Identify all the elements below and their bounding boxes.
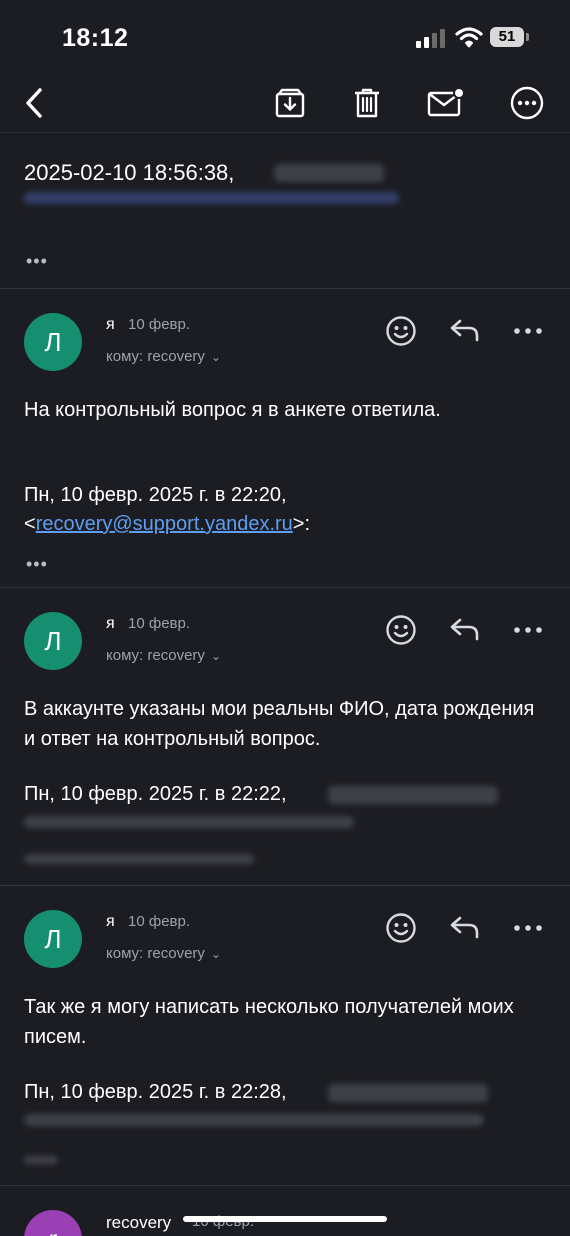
redacted-text xyxy=(24,1156,58,1164)
message-more-button[interactable] xyxy=(508,908,548,948)
quote-bracket-open: < xyxy=(24,513,36,535)
sender-name: recovery xyxy=(106,1213,172,1232)
quote-sender: <recovery@support.yandex.ru>: xyxy=(24,510,310,538)
message-more-button[interactable] xyxy=(508,311,548,351)
more-button[interactable] xyxy=(505,78,549,128)
quote-bracket-close: >: xyxy=(292,513,311,535)
message-item[interactable]: Л я 10 февр. кому: recovery ⌄ В аккаунте … xyxy=(0,587,570,886)
message-item[interactable]: r recovery 10 февр. xyxy=(0,1185,570,1236)
message-date: 10 февр. xyxy=(128,615,191,632)
recipient-label: кому: recovery xyxy=(106,647,205,664)
redacted-text xyxy=(24,192,399,204)
smiley-icon xyxy=(386,615,416,645)
quote-header: Пн, 10 февр. 2025 г. в 22:20, xyxy=(24,484,287,506)
reply-icon xyxy=(450,618,479,641)
delete-button[interactable] xyxy=(345,78,389,128)
message-date: 10 февр. xyxy=(128,913,191,930)
recipient-toggle[interactable]: кому: recovery ⌄ xyxy=(106,647,221,664)
back-button[interactable] xyxy=(12,78,56,128)
show-quote-button[interactable]: ••• xyxy=(26,252,48,270)
back-icon xyxy=(26,88,42,118)
message-date: 10 февр. xyxy=(128,316,191,333)
avatar: r xyxy=(24,1210,82,1236)
toolbar-divider xyxy=(0,132,570,133)
more-horizontal-icon xyxy=(514,925,542,931)
message-toolbar xyxy=(0,76,570,132)
reply-button[interactable] xyxy=(445,311,485,351)
redacted-text xyxy=(328,786,498,804)
show-quote-button[interactable]: ••• xyxy=(26,555,48,573)
chevron-down-icon: ⌄ xyxy=(210,947,221,961)
chevron-down-icon: ⌄ xyxy=(210,350,221,364)
reply-button[interactable] xyxy=(445,610,485,650)
reply-button[interactable] xyxy=(445,908,485,948)
avatar: Л xyxy=(24,313,82,371)
battery-indicator: 51 xyxy=(490,27,524,47)
quote-header: Пн, 10 февр. 2025 г. в 22:28, xyxy=(24,1081,287,1103)
mail-unread-icon xyxy=(427,87,465,117)
archive-icon xyxy=(275,88,305,118)
recipient-label: кому: recovery xyxy=(106,348,205,365)
message-body: В аккаунте указаны мои реальны ФИО, дата… xyxy=(24,698,535,750)
email-link[interactable]: recovery@support.yandex.ru xyxy=(36,513,293,535)
redacted-text xyxy=(328,1084,488,1102)
redacted-text xyxy=(274,164,384,182)
reaction-button[interactable] xyxy=(381,610,421,650)
status-bar: 18:12 51 xyxy=(0,0,570,76)
reaction-button[interactable] xyxy=(381,311,421,351)
mark-unread-button[interactable] xyxy=(424,78,468,128)
cellular-signal-icon xyxy=(416,28,446,48)
message-item[interactable]: Л я 10 февр. кому: recovery ⌄ Так же я мо… xyxy=(0,885,570,1186)
archive-button[interactable] xyxy=(268,78,312,128)
quote-header: Пн, 10 февр. 2025 г. в 22:22, xyxy=(24,783,287,805)
reaction-button[interactable] xyxy=(381,908,421,948)
avatar: Л xyxy=(24,612,82,670)
redacted-text xyxy=(24,1114,484,1126)
smiley-icon xyxy=(386,316,416,346)
redacted-text xyxy=(24,854,254,864)
smiley-icon xyxy=(386,913,416,943)
sender-name: я xyxy=(106,913,115,930)
more-icon xyxy=(510,86,544,120)
home-indicator[interactable] xyxy=(183,1216,387,1222)
quote-date: 2025-02-10 18:56:38, xyxy=(24,160,235,185)
reply-icon xyxy=(450,319,479,342)
avatar: Л xyxy=(24,910,82,968)
message-body: На контрольный вопрос я в анкете ответил… xyxy=(24,399,441,421)
wifi-icon xyxy=(455,27,483,48)
message-item[interactable]: Л я 10 февр. кому: recovery ⌄ На контроль… xyxy=(0,288,570,588)
more-horizontal-icon xyxy=(514,627,542,633)
recipient-toggle[interactable]: кому: recovery ⌄ xyxy=(106,945,221,962)
battery-cap xyxy=(526,33,529,41)
trash-icon xyxy=(355,88,379,118)
status-time: 18:12 xyxy=(62,24,129,52)
reply-icon xyxy=(450,916,479,939)
sender-name: я xyxy=(106,316,115,333)
more-horizontal-icon xyxy=(514,328,542,334)
previous-message-quote: 2025-02-10 18:56:38, ••• xyxy=(0,134,570,288)
recipient-label: кому: recovery xyxy=(106,945,205,962)
recipient-toggle[interactable]: кому: recovery ⌄ xyxy=(106,348,221,365)
message-body: Так же я могу написать несколько получат… xyxy=(24,996,514,1048)
message-more-button[interactable] xyxy=(508,610,548,650)
chevron-down-icon: ⌄ xyxy=(210,649,221,663)
redacted-text xyxy=(24,816,354,828)
sender-name: я xyxy=(106,615,115,632)
